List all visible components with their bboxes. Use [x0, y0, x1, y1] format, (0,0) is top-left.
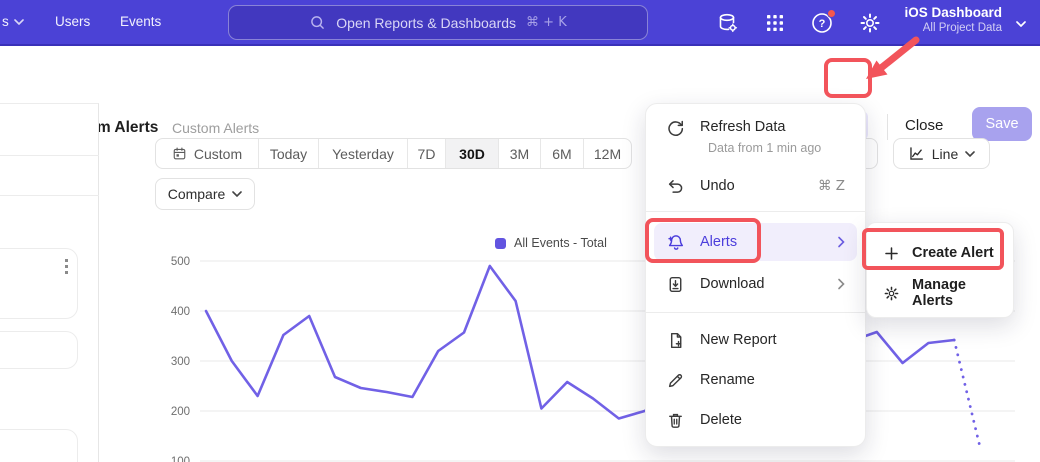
more-options-menu: Refresh Data Data from 1 min ago Undo ⌘ …: [645, 103, 866, 447]
line-chart-icon: [908, 145, 925, 162]
search-placeholder: Open Reports & Dashboards: [336, 15, 516, 31]
submenu-item-label: Create Alert: [912, 245, 994, 261]
range-today[interactable]: Today: [259, 139, 319, 168]
menu-divider: [646, 312, 865, 313]
top-nav: s Users Events Open Reports & Dashboards…: [0, 0, 1040, 46]
menu-item-refresh-data[interactable]: Refresh Data Data from 1 min ago: [654, 112, 857, 158]
menu-item-alerts[interactable]: Alerts: [654, 223, 857, 261]
app-window: s Users Events Open Reports & Dashboards…: [0, 0, 1040, 462]
menu-item-label: Rename: [700, 372, 755, 388]
menu-item-label: Delete: [700, 412, 742, 428]
submenu-item-manage-alerts[interactable]: Manage Alerts: [873, 275, 1007, 311]
sidebar-metric-card[interactable]: [0, 331, 78, 369]
chart-type-button[interactable]: Line: [893, 138, 990, 169]
svg-text:400: 400: [171, 306, 190, 318]
svg-text:500: 500: [171, 256, 190, 268]
project-switcher[interactable]: iOS Dashboard All Project Data: [904, 5, 1002, 34]
submenu-chevron-icon: [837, 236, 845, 248]
report-header: Custom Alerts Custom Alerts GV Duplicate…: [0, 46, 1040, 103]
range-yesterday[interactable]: Yesterday: [319, 139, 408, 168]
svg-text:?: ?: [819, 18, 826, 30]
range-3m[interactable]: 3M: [499, 139, 541, 168]
sidebar-section[interactable]: [0, 156, 99, 196]
save-button[interactable]: Save: [972, 107, 1032, 141]
range-12m[interactable]: 12M: [584, 139, 631, 168]
range-custom[interactable]: Custom: [156, 139, 259, 168]
menu-item-label: Undo: [700, 178, 735, 194]
menu-item-subtitle: Data from 1 min ago: [708, 141, 821, 155]
menu-item-new-report[interactable]: New Report: [654, 322, 857, 358]
sidebar-section[interactable]: [0, 104, 99, 156]
chevron-down-icon: [965, 151, 975, 157]
bell-plus-icon: [666, 233, 685, 252]
submenu-item-create-alert[interactable]: Create Alert: [873, 235, 1007, 271]
nav-item-users[interactable]: Users: [55, 14, 90, 29]
project-chevron-icon[interactable]: [1016, 21, 1026, 27]
plus-icon: [883, 245, 900, 262]
menu-item-label: Alerts: [700, 234, 737, 250]
menu-item-download[interactable]: Download: [654, 266, 857, 302]
undo-icon: [666, 177, 685, 196]
gear-icon: [883, 285, 900, 302]
close-button[interactable]: Close: [905, 117, 943, 134]
compare-label: Compare: [168, 186, 226, 202]
menu-item-rename[interactable]: Rename: [654, 362, 857, 398]
calendar-icon: [172, 146, 187, 161]
svg-text:200: 200: [171, 406, 190, 418]
project-scope: All Project Data: [904, 22, 1002, 34]
trash-icon: [666, 411, 685, 430]
nav-item-events[interactable]: Events: [120, 14, 161, 29]
left-sidebar: [0, 103, 99, 462]
help-icon[interactable]: ?: [810, 11, 834, 35]
sidebar-metric-card[interactable]: [0, 248, 78, 319]
submenu-chevron-icon: [837, 278, 845, 290]
chart-type-label: Line: [932, 146, 958, 162]
date-range-selector: Custom Today Yesterday 7D 30D 3M 6M 12M: [155, 138, 632, 169]
nav-brand-label: s: [2, 14, 9, 29]
chevron-down-icon: [14, 19, 24, 25]
pencil-icon: [666, 371, 685, 390]
apps-grid-icon[interactable]: [763, 11, 787, 35]
alerts-submenu: Create Alert Manage Alerts: [866, 222, 1014, 318]
nav-brand-truncated[interactable]: s: [2, 14, 24, 29]
submenu-item-label: Manage Alerts: [912, 277, 997, 309]
kebab-menu-icon[interactable]: [65, 259, 68, 274]
sidebar-metric-card[interactable]: [0, 429, 78, 462]
header-divider: [887, 114, 888, 140]
svg-text:300: 300: [171, 356, 190, 368]
notification-badge: [827, 9, 836, 18]
menu-shortcut: ⌘ Z: [818, 178, 845, 194]
menu-item-label: Refresh Data: [700, 119, 785, 135]
range-6m[interactable]: 6M: [541, 139, 584, 168]
chevron-down-icon: [232, 191, 242, 197]
menu-divider: [646, 211, 865, 212]
menu-item-label: Download: [700, 276, 765, 292]
menu-item-label: New Report: [700, 332, 777, 348]
project-name: iOS Dashboard: [904, 5, 1002, 20]
download-icon: [666, 275, 685, 294]
range-30d[interactable]: 30D: [446, 139, 499, 168]
global-search-input[interactable]: Open Reports & Dashboards ⌘ + K: [228, 5, 648, 40]
data-icon[interactable]: [716, 11, 740, 35]
new-report-icon: [666, 331, 685, 350]
menu-item-delete[interactable]: Delete: [654, 402, 857, 438]
search-icon: [309, 14, 326, 31]
range-label: Custom: [194, 146, 242, 162]
breadcrumb: Custom Alerts: [172, 120, 259, 136]
menu-item-undo[interactable]: Undo ⌘ Z: [654, 168, 857, 204]
settings-icon[interactable]: [858, 11, 882, 35]
search-shortcut: ⌘ + K: [526, 15, 567, 30]
refresh-icon: [666, 119, 685, 138]
range-7d[interactable]: 7D: [408, 139, 446, 168]
compare-button[interactable]: Compare: [155, 178, 255, 210]
svg-text:100: 100: [171, 456, 190, 462]
